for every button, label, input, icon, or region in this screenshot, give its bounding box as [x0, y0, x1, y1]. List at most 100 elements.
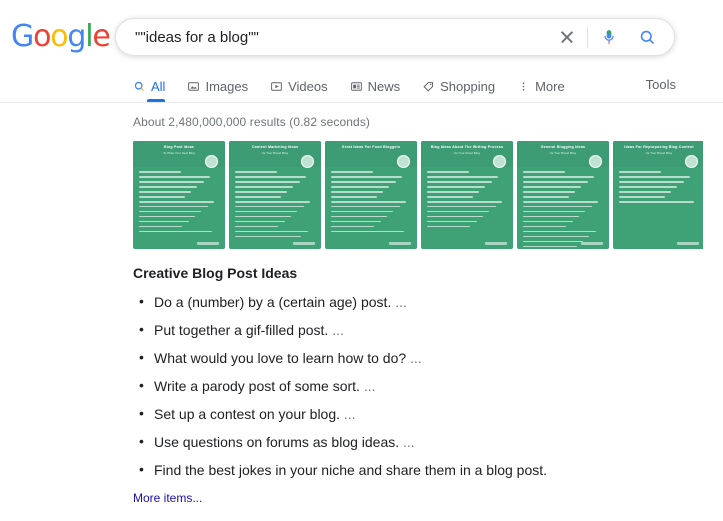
card-text-line: [523, 201, 598, 203]
card-text-line: [139, 221, 189, 223]
card-text-line: [523, 191, 575, 193]
card-avatar-icon: [397, 155, 410, 168]
card-text-line: [523, 186, 581, 188]
card-text-line: [427, 181, 492, 183]
card-text-line: [523, 181, 588, 183]
google-logo[interactable]: Google: [11, 22, 110, 52]
card-avatar-icon: [205, 155, 218, 168]
card-text-line: [235, 186, 293, 188]
search-box[interactable]: [115, 18, 675, 56]
card-text-line: [235, 171, 277, 173]
tab-videos[interactable]: Videos: [270, 70, 328, 102]
video-icon: [270, 80, 283, 93]
featured-snippet: Creative Blog Post Ideas Do a (number) b…: [133, 265, 693, 507]
carousel-card[interactable]: General Blogging Ideasfor Your Brand Blo…: [517, 141, 609, 249]
card-text-line: [139, 171, 181, 173]
card-text-line: [427, 186, 485, 188]
card-title: Blog Post Ideas: [139, 145, 219, 150]
card-logo: [389, 242, 411, 245]
carousel-card[interactable]: Great Ideas For Food Bloggers: [325, 141, 417, 249]
search-submit-button[interactable]: [634, 24, 660, 50]
logo-letter: o: [50, 19, 67, 54]
card-text-line: [427, 221, 477, 223]
carousel-card[interactable]: Blog Post IdeasTo Write Your Next Blog: [133, 141, 225, 249]
card-text-line: [331, 206, 400, 208]
card-text-line: [139, 196, 185, 198]
card-avatar-icon: [493, 155, 506, 168]
snippet-item-ellipsis: ...: [399, 434, 415, 450]
clear-search-button[interactable]: [554, 24, 580, 50]
carousel-card[interactable]: Ideas For Repurposing Blog Contentfor Yo…: [613, 141, 703, 249]
card-logo: [293, 242, 315, 245]
snippet-list-item: Use questions on forums as blog ideas. .…: [133, 433, 693, 451]
carousel-card[interactable]: Content Marketing Ideasfor Your Brand Bl…: [229, 141, 321, 249]
tab-shopping[interactable]: Shopping: [422, 70, 495, 102]
card-text-line: [619, 196, 665, 198]
card-text-line: [619, 201, 694, 203]
image-carousel[interactable]: Blog Post IdeasTo Write Your Next BlogCo…: [133, 141, 703, 249]
card-text-line: [331, 221, 381, 223]
card-text-line: [139, 206, 208, 208]
image-icon: [187, 80, 200, 93]
more-vertical-icon: [517, 80, 530, 93]
card-text-line: [523, 211, 585, 213]
card-text-line: [235, 206, 304, 208]
logo-letter: g: [67, 19, 85, 54]
search-actions: [554, 24, 674, 50]
card-text-line: [523, 176, 594, 178]
card-body: [517, 167, 609, 247]
tab-label: Shopping: [440, 79, 495, 94]
card-text-line: [427, 201, 502, 203]
card-text-line: [235, 221, 285, 223]
card-text-line: [523, 216, 579, 218]
card-subtitle: To Write Your Next Blog: [139, 151, 219, 155]
tab-more[interactable]: More: [517, 70, 565, 102]
card-text-line: [523, 236, 589, 238]
snippet-item-ellipsis: ...: [340, 406, 356, 422]
search-nav-tabs: All Images Videos: [133, 70, 587, 102]
card-text-line: [427, 216, 483, 218]
tab-images[interactable]: Images: [187, 70, 248, 102]
snippet-item-text: Use questions on forums as blog ideas.: [154, 434, 399, 450]
tab-label: All: [151, 79, 165, 94]
card-text-line: [331, 211, 393, 213]
tab-label: News: [368, 79, 401, 94]
tab-news[interactable]: News: [350, 70, 401, 102]
card-body: [325, 167, 417, 232]
search-header: Google: [0, 0, 723, 103]
search-input[interactable]: [116, 19, 554, 55]
carousel-card[interactable]: Blog Ideas About The Writing Processfor …: [421, 141, 513, 249]
snippet-item-ellipsis: ...: [391, 294, 407, 310]
snippet-item-ellipsis: ...: [360, 378, 376, 394]
more-items-link[interactable]: More items...: [133, 491, 202, 505]
card-text-line: [331, 171, 373, 173]
snippet-item-text: Write a parody post of some sort.: [154, 378, 360, 394]
voice-search-button[interactable]: [596, 24, 622, 50]
tools-button[interactable]: Tools: [646, 77, 676, 92]
card-logo: [485, 242, 507, 245]
tab-all[interactable]: All: [133, 70, 165, 102]
card-text-line: [619, 171, 661, 173]
card-text-line: [139, 181, 204, 183]
card-text-line: [139, 231, 212, 233]
card-body: [421, 167, 513, 227]
card-text-line: [523, 241, 583, 243]
card-text-line: [523, 171, 565, 173]
card-text-line: [331, 186, 389, 188]
card-text-line: [523, 206, 592, 208]
card-title: Blog Ideas About The Writing Process: [427, 145, 507, 150]
results-area: About 2,480,000,000 results (0.82 second…: [0, 103, 723, 521]
card-logo: [677, 242, 699, 245]
card-text-line: [331, 201, 406, 203]
card-logo: [197, 242, 219, 245]
logo-letter: o: [33, 19, 50, 54]
card-text-line: [523, 231, 596, 233]
card-text-line: [331, 216, 387, 218]
card-text-line: [235, 191, 287, 193]
card-text-line: [523, 221, 573, 223]
snippet-list-item: What would you love to learn how to do? …: [133, 349, 693, 367]
snippet-item-text: What would you love to learn how to do?: [154, 350, 406, 366]
card-body: [229, 167, 321, 237]
card-subtitle: for Your About Blog: [427, 151, 507, 155]
card-text-line: [427, 171, 469, 173]
